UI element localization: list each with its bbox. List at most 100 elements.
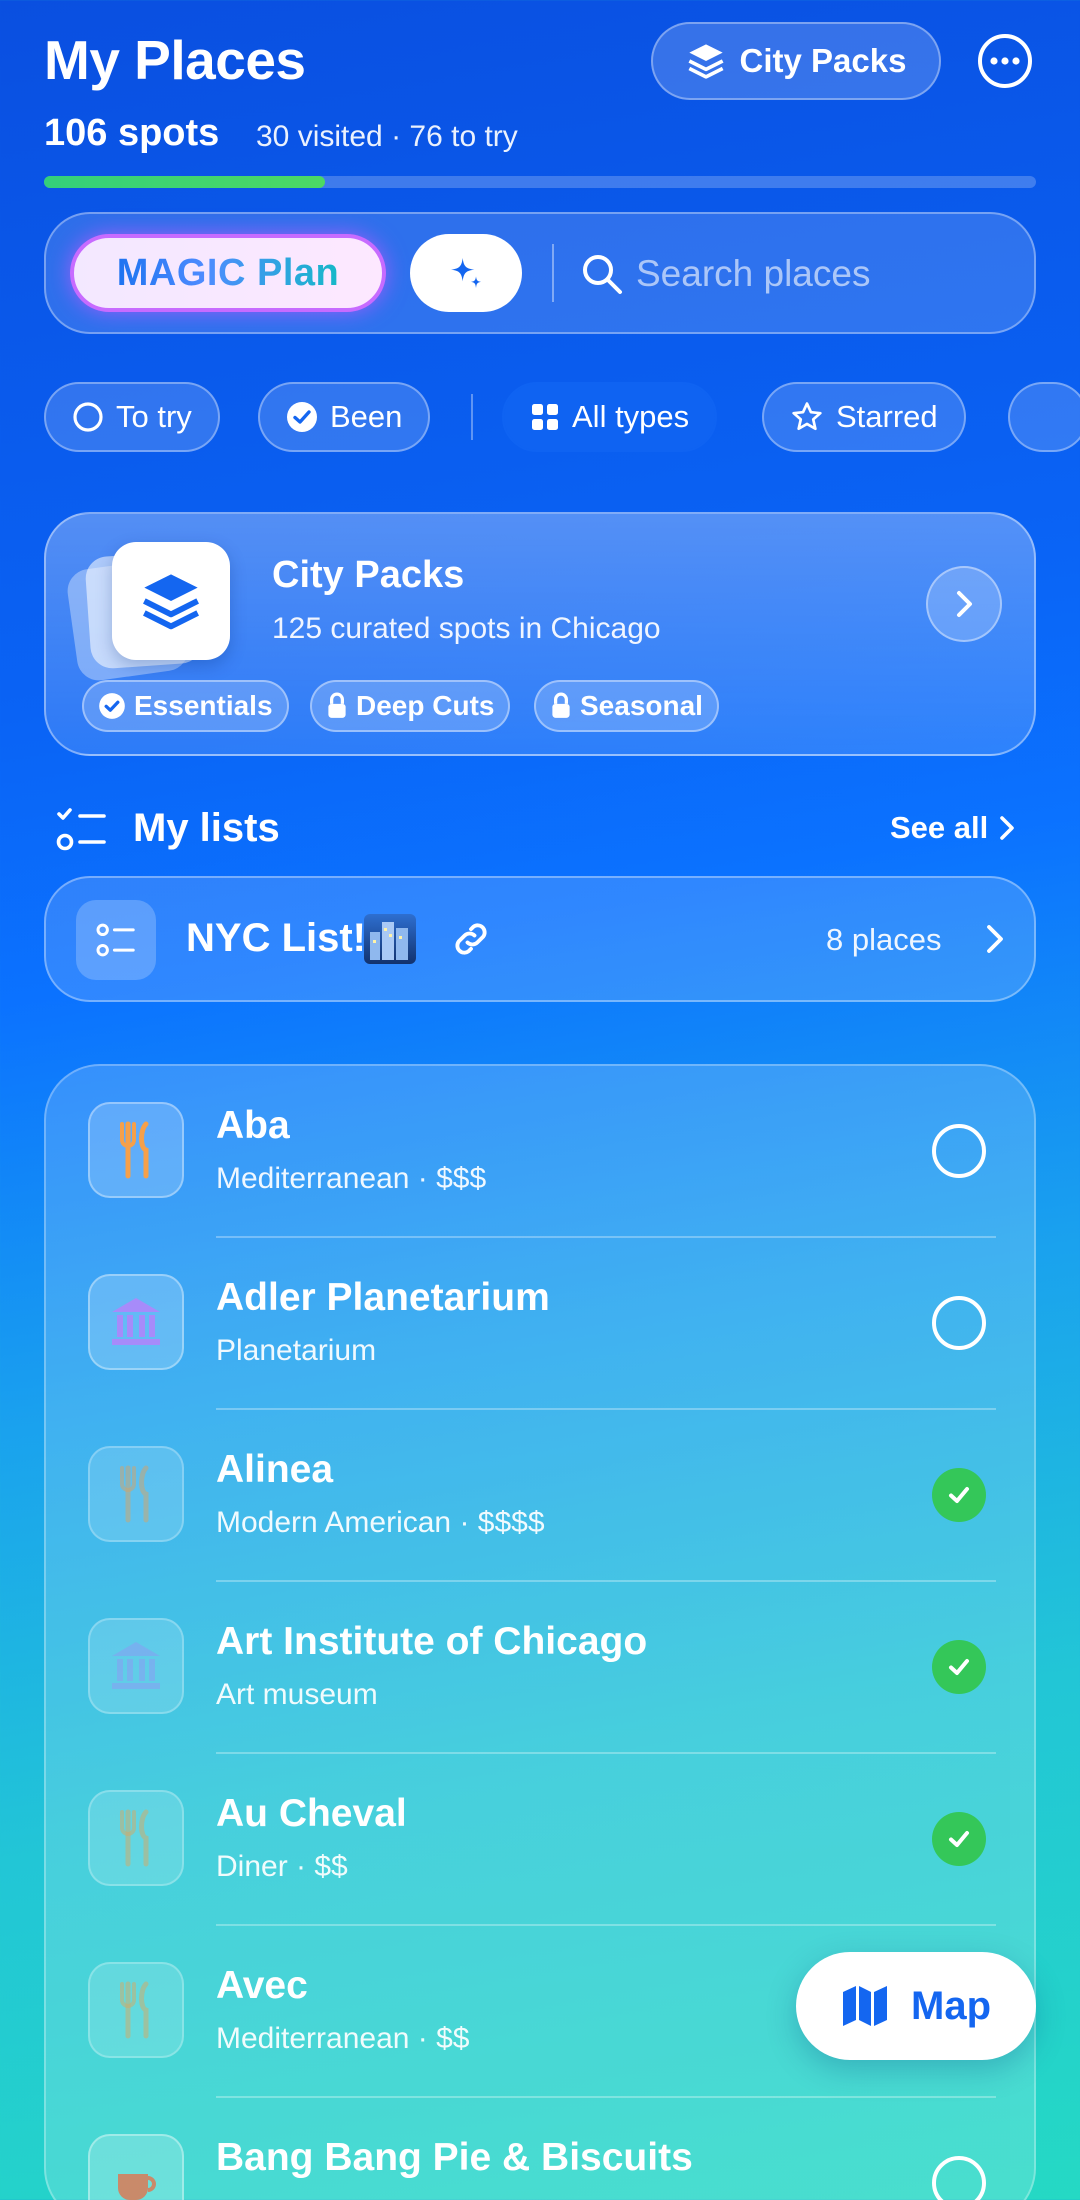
pack-open-button[interactable] <box>926 566 1002 642</box>
visited-checkbox[interactable] <box>932 2156 986 2200</box>
city-skyline-emoji <box>364 914 416 964</box>
grid-icon <box>532 404 558 430</box>
checkmark-icon <box>949 1487 969 1503</box>
fork-knife-icon <box>120 1121 149 1179</box>
place-category-icon <box>88 1790 184 1886</box>
visited-progress-fill <box>44 176 325 188</box>
pack-subtitle: 125 curated spots in Chicago <box>272 612 661 645</box>
link-icon[interactable] <box>450 918 492 960</box>
pack-title: City Packs <box>272 554 465 596</box>
my-lists-heading: My lists <box>133 806 280 850</box>
place-subtitle: Art museum <box>216 1678 378 1711</box>
checkmark-icon <box>949 1831 969 1847</box>
list-icon <box>76 900 156 980</box>
map-button[interactable]: Map <box>796 1952 1036 2060</box>
city-packs-card[interactable]: City Packs 125 curated spots in Chicago … <box>44 512 1036 756</box>
see-all-label: See all <box>890 810 989 845</box>
place-subtitle: Mediterranean · $$ <box>216 2022 470 2055</box>
place-name: Bang Bang Pie & Biscuits <box>216 2136 693 2179</box>
chevron-right-icon <box>957 591 972 617</box>
tag-deep-cuts[interactable]: Deep Cuts <box>310 680 511 732</box>
place-row[interactable]: Adler Planetarium Planetarium <box>46 1238 1034 1410</box>
ai-sparkle-button[interactable] <box>410 234 522 312</box>
list-count: 8 places <box>826 922 942 957</box>
star-icon <box>792 402 822 431</box>
place-row[interactable]: Alinea Modern American · $$$$ <box>46 1410 1034 1582</box>
tag-label: Deep Cuts <box>356 690 495 721</box>
filter-label: Starred <box>836 399 938 434</box>
layers-icon <box>143 574 199 630</box>
search-bar: MAGIC Plan <box>44 212 1036 334</box>
place-category-icon <box>88 1618 184 1714</box>
visited-checkbox[interactable] <box>932 1640 986 1694</box>
place-row[interactable]: Aba Mediterranean · $$$ <box>46 1066 1034 1238</box>
list-name: NYC List! <box>186 916 366 960</box>
search-icon <box>583 255 622 294</box>
magic-plan-button[interactable]: MAGIC Plan <box>70 234 386 312</box>
visited-checkbox[interactable] <box>932 1468 986 1522</box>
place-category-icon <box>88 1102 184 1198</box>
tag-seasonal[interactable]: Seasonal <box>534 680 719 732</box>
filter-divider <box>471 394 473 440</box>
pack-icon <box>112 542 230 660</box>
lock-icon <box>328 692 346 718</box>
city-packs-button[interactable]: City Packs <box>651 22 941 100</box>
place-name: Avec <box>216 1964 308 2007</box>
fork-knife-icon <box>120 1809 149 1867</box>
city-packs-label: City Packs <box>739 42 907 79</box>
tag-essentials[interactable]: Essentials <box>82 680 289 732</box>
tag-label: Seasonal <box>580 690 703 721</box>
place-category-icon <box>88 1274 184 1370</box>
skyline-icon <box>370 922 408 960</box>
place-row[interactable]: Bang Bang Pie & Biscuits <box>46 2098 1034 2200</box>
filter-label: Been <box>330 399 403 434</box>
filter-more[interactable] <box>1008 382 1080 452</box>
more-options-icon[interactable] <box>977 33 1033 89</box>
visited-checkbox[interactable] <box>932 1296 986 1350</box>
checkmark-icon <box>949 1659 969 1675</box>
fork-knife-icon <box>120 1465 149 1523</box>
checklist-icon <box>96 923 135 957</box>
place-name: Aba <box>216 1104 290 1147</box>
check-circle-icon <box>287 402 317 432</box>
verified-badge-icon <box>99 693 125 719</box>
place-row[interactable]: Art Institute of Chicago Art museum <box>46 1582 1034 1754</box>
visited-checkbox[interactable] <box>932 1812 986 1866</box>
place-category-icon <box>88 2134 184 2200</box>
filter-to-try[interactable]: To try <box>44 382 220 452</box>
map-icon <box>843 1986 887 2026</box>
sparkle-icon <box>451 258 481 288</box>
place-name: Alinea <box>216 1448 334 1491</box>
see-all-link[interactable]: See all <box>890 810 1016 846</box>
place-category-icon <box>88 1446 184 1542</box>
fork-knife-icon <box>120 1981 149 2039</box>
page-title: My Places <box>44 29 306 91</box>
map-label: Map <box>911 1983 991 2028</box>
filter-label: All types <box>572 399 690 434</box>
place-subtitle: Diner · $$ <box>216 1850 348 1883</box>
place-row[interactable]: Au Cheval Diner · $$ <box>46 1754 1034 1926</box>
filter-label: To try <box>116 399 192 434</box>
search-input[interactable] <box>636 242 1016 306</box>
filter-starred[interactable]: Starred <box>762 382 966 452</box>
place-subtitle: Mediterranean · $$$ <box>216 1162 487 1195</box>
museum-icon <box>112 1642 160 1689</box>
checklist-icon <box>56 808 106 851</box>
place-subtitle: Planetarium <box>216 1334 377 1367</box>
filter-all-types[interactable]: All types <box>502 382 718 452</box>
place-name: Adler Planetarium <box>216 1276 550 1319</box>
chevron-right-icon <box>987 925 1003 953</box>
filter-been[interactable]: Been <box>258 382 431 452</box>
visited-checkbox[interactable] <box>932 1124 986 1178</box>
magic-plan-label: MAGIC Plan <box>116 251 340 294</box>
lock-icon <box>552 692 570 718</box>
list-item-nyc[interactable]: NYC List! 8 places <box>44 876 1036 1002</box>
chevron-right-icon <box>1000 816 1015 840</box>
circle-icon <box>73 402 103 432</box>
coffee-cup-icon <box>118 2174 156 2200</box>
spots-count: 106 spots <box>44 112 220 154</box>
search-divider <box>552 244 554 302</box>
visited-progress-bar <box>44 176 1036 188</box>
visited-summary: 30 visited · 76 to try <box>256 120 518 153</box>
layers-icon <box>688 44 724 79</box>
